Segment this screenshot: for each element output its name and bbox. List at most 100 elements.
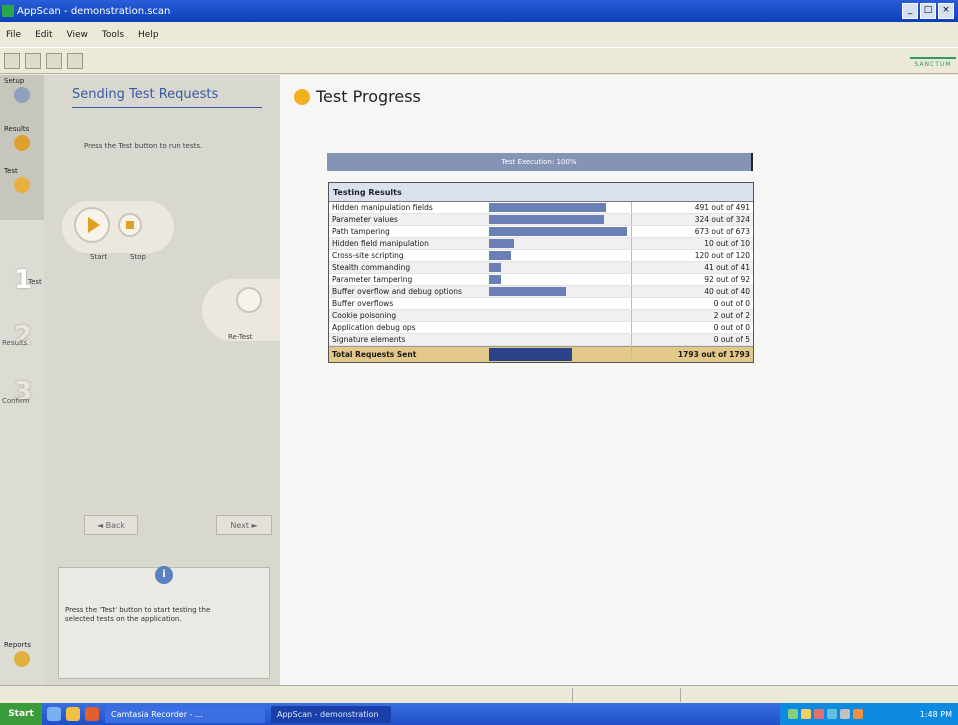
- test-progress-bar: [489, 275, 501, 284]
- desktop-icon[interactable]: [47, 707, 61, 721]
- task-appscan[interactable]: AppScan - demonstration: [271, 705, 391, 723]
- overall-progress-bar: Test Execution: 100%: [327, 153, 753, 171]
- menu-help[interactable]: Help: [138, 30, 159, 40]
- close-button[interactable]: ×: [938, 3, 954, 19]
- table-body: Hidden manipulation fields 491 out of 491…: [329, 202, 753, 346]
- navigation-strip: Setup Results Test 1 Test 2 Results 3 Co…: [0, 75, 44, 685]
- taskbar: Start Camtasia Recorder - ... AppScan - …: [0, 703, 958, 725]
- test-count: 0 out of 0: [713, 323, 750, 332]
- table-row: Hidden manipulation fields 491 out of 491: [329, 202, 753, 214]
- tray-icon[interactable]: [801, 709, 811, 719]
- menu-edit[interactable]: Edit: [35, 30, 52, 40]
- test-name: Hidden manipulation fields: [332, 203, 433, 212]
- test-name: Path tampering: [332, 227, 390, 236]
- test-progress-bar: [489, 287, 566, 296]
- table-header: Testing Results: [329, 183, 753, 202]
- start-test-button[interactable]: [74, 207, 110, 243]
- minimize-button[interactable]: _: [902, 3, 918, 19]
- results-icon: [14, 135, 30, 151]
- table-row: Cross-site scripting 120 out of 120: [329, 250, 753, 262]
- step-2-icon[interactable]: 2: [14, 321, 42, 355]
- stop-label: Stop: [130, 253, 146, 261]
- test-progress-bar: [489, 251, 511, 260]
- retest-button[interactable]: [236, 287, 262, 313]
- test-controls: [62, 201, 174, 253]
- test-progress-bar: [489, 239, 514, 248]
- app-icon: [2, 5, 14, 17]
- info-box: i Press the 'Test' button to start testi…: [58, 566, 270, 679]
- test-progress-bar: [489, 227, 627, 236]
- test-progress-bar: [489, 263, 501, 272]
- tray-icon[interactable]: [827, 709, 837, 719]
- results-table: Testing Results Hidden manipulation fiel…: [328, 182, 754, 363]
- browser-icon[interactable]: [66, 707, 80, 721]
- test-count: 673 out of 673: [694, 227, 750, 236]
- wizard-description: Press the Test button to run tests.: [84, 142, 203, 150]
- start-button[interactable]: Start: [0, 703, 42, 725]
- next-button[interactable]: Next ►: [216, 515, 272, 535]
- step-2-label: Results: [2, 339, 28, 347]
- window-title: AppScan - demonstration.scan: [17, 5, 171, 17]
- test-name: Stealth commanding: [332, 263, 411, 272]
- test-progress-bar: [489, 215, 604, 224]
- test-name: Buffer overflows: [332, 299, 394, 308]
- tray-icon[interactable]: [788, 709, 798, 719]
- tray-icon[interactable]: [840, 709, 850, 719]
- test-name: Hidden field manipulation: [332, 239, 429, 248]
- test-count: 0 out of 0: [713, 299, 750, 308]
- test-icon: [14, 177, 30, 193]
- test-count: 491 out of 491: [694, 203, 750, 212]
- table-row: Application debug ops 0 out of 0: [329, 322, 753, 334]
- save-scan-icon[interactable]: [46, 52, 62, 69]
- menu-tools[interactable]: Tools: [102, 30, 124, 40]
- open-scan-icon[interactable]: [25, 52, 41, 69]
- report-icon[interactable]: [67, 52, 83, 69]
- test-count: 120 out of 120: [694, 251, 750, 260]
- menu-bar: File Edit View Tools Help: [0, 22, 958, 48]
- test-name: Parameter values: [332, 215, 398, 224]
- new-scan-icon[interactable]: [4, 52, 20, 69]
- step-1-label: Test: [28, 278, 42, 286]
- tray-icon[interactable]: [853, 709, 863, 719]
- test-count: 41 out of 41: [704, 263, 750, 272]
- progress-icon: [294, 89, 310, 105]
- task-recorder[interactable]: Camtasia Recorder - ...: [105, 705, 265, 723]
- brand-logo: SANCTUM: [910, 52, 956, 70]
- test-count: 10 out of 10: [704, 239, 750, 248]
- reports-icon: [14, 651, 30, 667]
- strip-item-setup[interactable]: Setup: [0, 77, 44, 103]
- strip-item-test[interactable]: Test: [0, 167, 44, 193]
- menu-file[interactable]: File: [6, 30, 21, 40]
- info-icon: i: [155, 566, 173, 584]
- status-bar: [0, 685, 958, 703]
- maximize-button[interactable]: □: [920, 3, 936, 19]
- table-row: Parameter values 324 out of 324: [329, 214, 753, 226]
- back-button[interactable]: ◄ Back: [84, 515, 138, 535]
- table-row: Hidden field manipulation 10 out of 10: [329, 238, 753, 250]
- menu-view[interactable]: View: [67, 30, 88, 40]
- start-label: Start: [90, 253, 108, 261]
- test-count: 92 out of 92: [704, 275, 750, 284]
- test-progress-bar: [489, 203, 606, 212]
- table-row: Cookie poisoning 2 out of 2: [329, 310, 753, 322]
- strip-item-reports[interactable]: Reports: [0, 641, 44, 667]
- wizard-panel: Sending Test Requests Press the Test but…: [44, 75, 280, 685]
- info-text: Press the 'Test' button to start testing…: [65, 606, 211, 623]
- table-row: Stealth commanding 41 out of 41: [329, 262, 753, 274]
- test-count: 40 out of 40: [704, 287, 750, 296]
- strip-item-results[interactable]: Results: [0, 125, 44, 151]
- retest-panel: [202, 279, 280, 341]
- test-name: Application debug ops: [332, 323, 416, 332]
- tray-icon[interactable]: [814, 709, 824, 719]
- step-3-icon[interactable]: 3: [14, 377, 42, 411]
- wizard-title: Sending Test Requests: [72, 87, 219, 102]
- stop-test-button[interactable]: [118, 213, 142, 237]
- total-row: Total Requests Sent 1793 out of 1793: [329, 346, 753, 362]
- table-row: Signature elements 0 out of 5: [329, 334, 753, 346]
- page-title: Test Progress: [316, 87, 421, 106]
- main-content: Test Progress Test Execution: 100% Testi…: [280, 75, 958, 685]
- table-row: Buffer overflows 0 out of 0: [329, 298, 753, 310]
- total-label: Total Requests Sent: [332, 350, 417, 359]
- test-name: Cross-site scripting: [332, 251, 404, 260]
- media-icon[interactable]: [85, 707, 99, 721]
